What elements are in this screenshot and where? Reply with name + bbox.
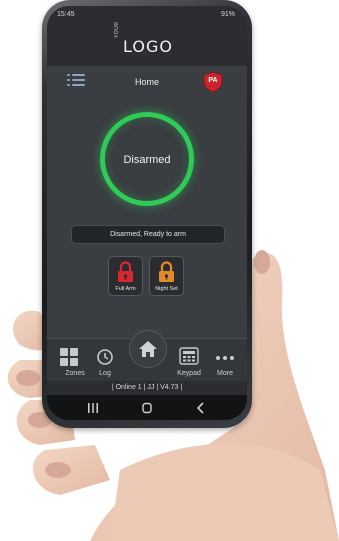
nav-log-label: Log	[99, 370, 111, 377]
more-icon	[216, 356, 234, 360]
nav-home[interactable]	[129, 330, 167, 368]
logo-prefix: YOUR	[114, 21, 120, 38]
logo-bar: YOUR LOGO	[47, 21, 247, 67]
padlock-icon	[159, 261, 174, 282]
battery-level: 91%	[220, 11, 235, 18]
system-status-label: Disarmed	[123, 154, 171, 166]
connection-info: | Online 1 | JJ | V4.73 |	[47, 381, 247, 395]
panic-alarm-label: PA	[208, 77, 218, 84]
panic-alarm-button[interactable]: PA	[203, 71, 223, 93]
logo: LOGO	[123, 37, 173, 56]
night-set-button[interactable]: Night Set	[149, 256, 184, 296]
back-icon	[196, 402, 204, 414]
full-arm-button[interactable]: Full Arm	[108, 256, 143, 296]
status-time: 15:45	[57, 11, 75, 18]
home-square-icon	[142, 402, 152, 414]
nav-keypad[interactable]: Keypad	[169, 339, 209, 381]
phone-screen: 15:45 91% YOUR LOGO Home PA Disarmed Dis…	[47, 6, 247, 420]
status-message: Disarmed, Ready to arm	[71, 225, 225, 244]
system-nav-bar	[47, 395, 247, 420]
home-icon	[139, 341, 157, 357]
system-status-ring[interactable]: Disarmed	[100, 112, 194, 206]
nav-keypad-label: Keypad	[177, 370, 201, 377]
night-set-label: Night Set	[155, 286, 178, 292]
status-bar: 15:45 91%	[47, 6, 247, 24]
back-button[interactable]	[181, 395, 221, 420]
recent-apps-button[interactable]	[73, 395, 113, 420]
recents-icon	[88, 403, 98, 413]
home-system-button[interactable]	[127, 395, 167, 420]
nav-more[interactable]: More	[205, 339, 245, 381]
padlock-icon	[118, 261, 133, 282]
full-arm-label: Full Arm	[115, 286, 136, 292]
app-header: Home PA	[47, 66, 247, 98]
history-icon	[97, 349, 113, 365]
nav-more-label: More	[217, 370, 233, 377]
grid-icon	[60, 348, 78, 366]
nav-zones[interactable]: Zones	[49, 339, 89, 381]
keypad-icon	[179, 347, 199, 365]
nav-log[interactable]: Log	[85, 339, 125, 381]
